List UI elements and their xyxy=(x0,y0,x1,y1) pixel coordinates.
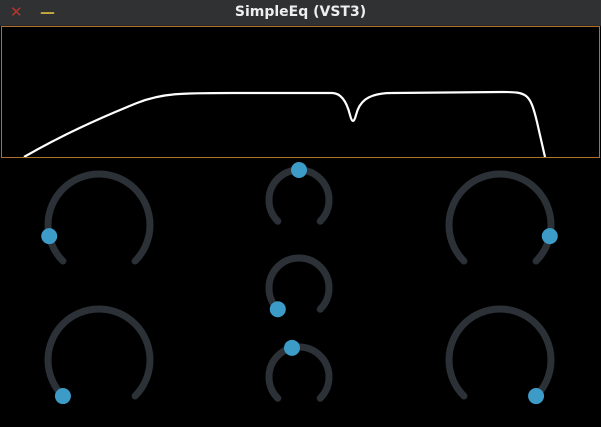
high-cut-slope-knob-thumb[interactable] xyxy=(528,388,545,405)
low-cut-slope-knob-track[interactable] xyxy=(44,305,154,400)
low-cut-slope-knob-thumb[interactable] xyxy=(54,388,71,405)
high-cut-freq-knob-track[interactable] xyxy=(445,170,555,265)
peak-freq-knob-thumb[interactable] xyxy=(291,162,307,178)
knobs-svg xyxy=(41,162,558,405)
peak-quality-knob-track[interactable] xyxy=(265,343,333,402)
peak-quality-knob-thumb[interactable] xyxy=(283,339,300,356)
plugin-window: ✕ — SimpleEq (VST3) xyxy=(0,0,601,427)
high-cut-slope-knob-track[interactable] xyxy=(445,305,555,400)
low-cut-freq-knob-thumb[interactable] xyxy=(41,228,58,245)
peak-gain-knob-thumb[interactable] xyxy=(269,301,286,318)
high-cut-freq-knob-thumb[interactable] xyxy=(541,228,558,245)
knob-area xyxy=(0,0,601,427)
low-cut-freq-knob-track[interactable] xyxy=(44,170,154,265)
